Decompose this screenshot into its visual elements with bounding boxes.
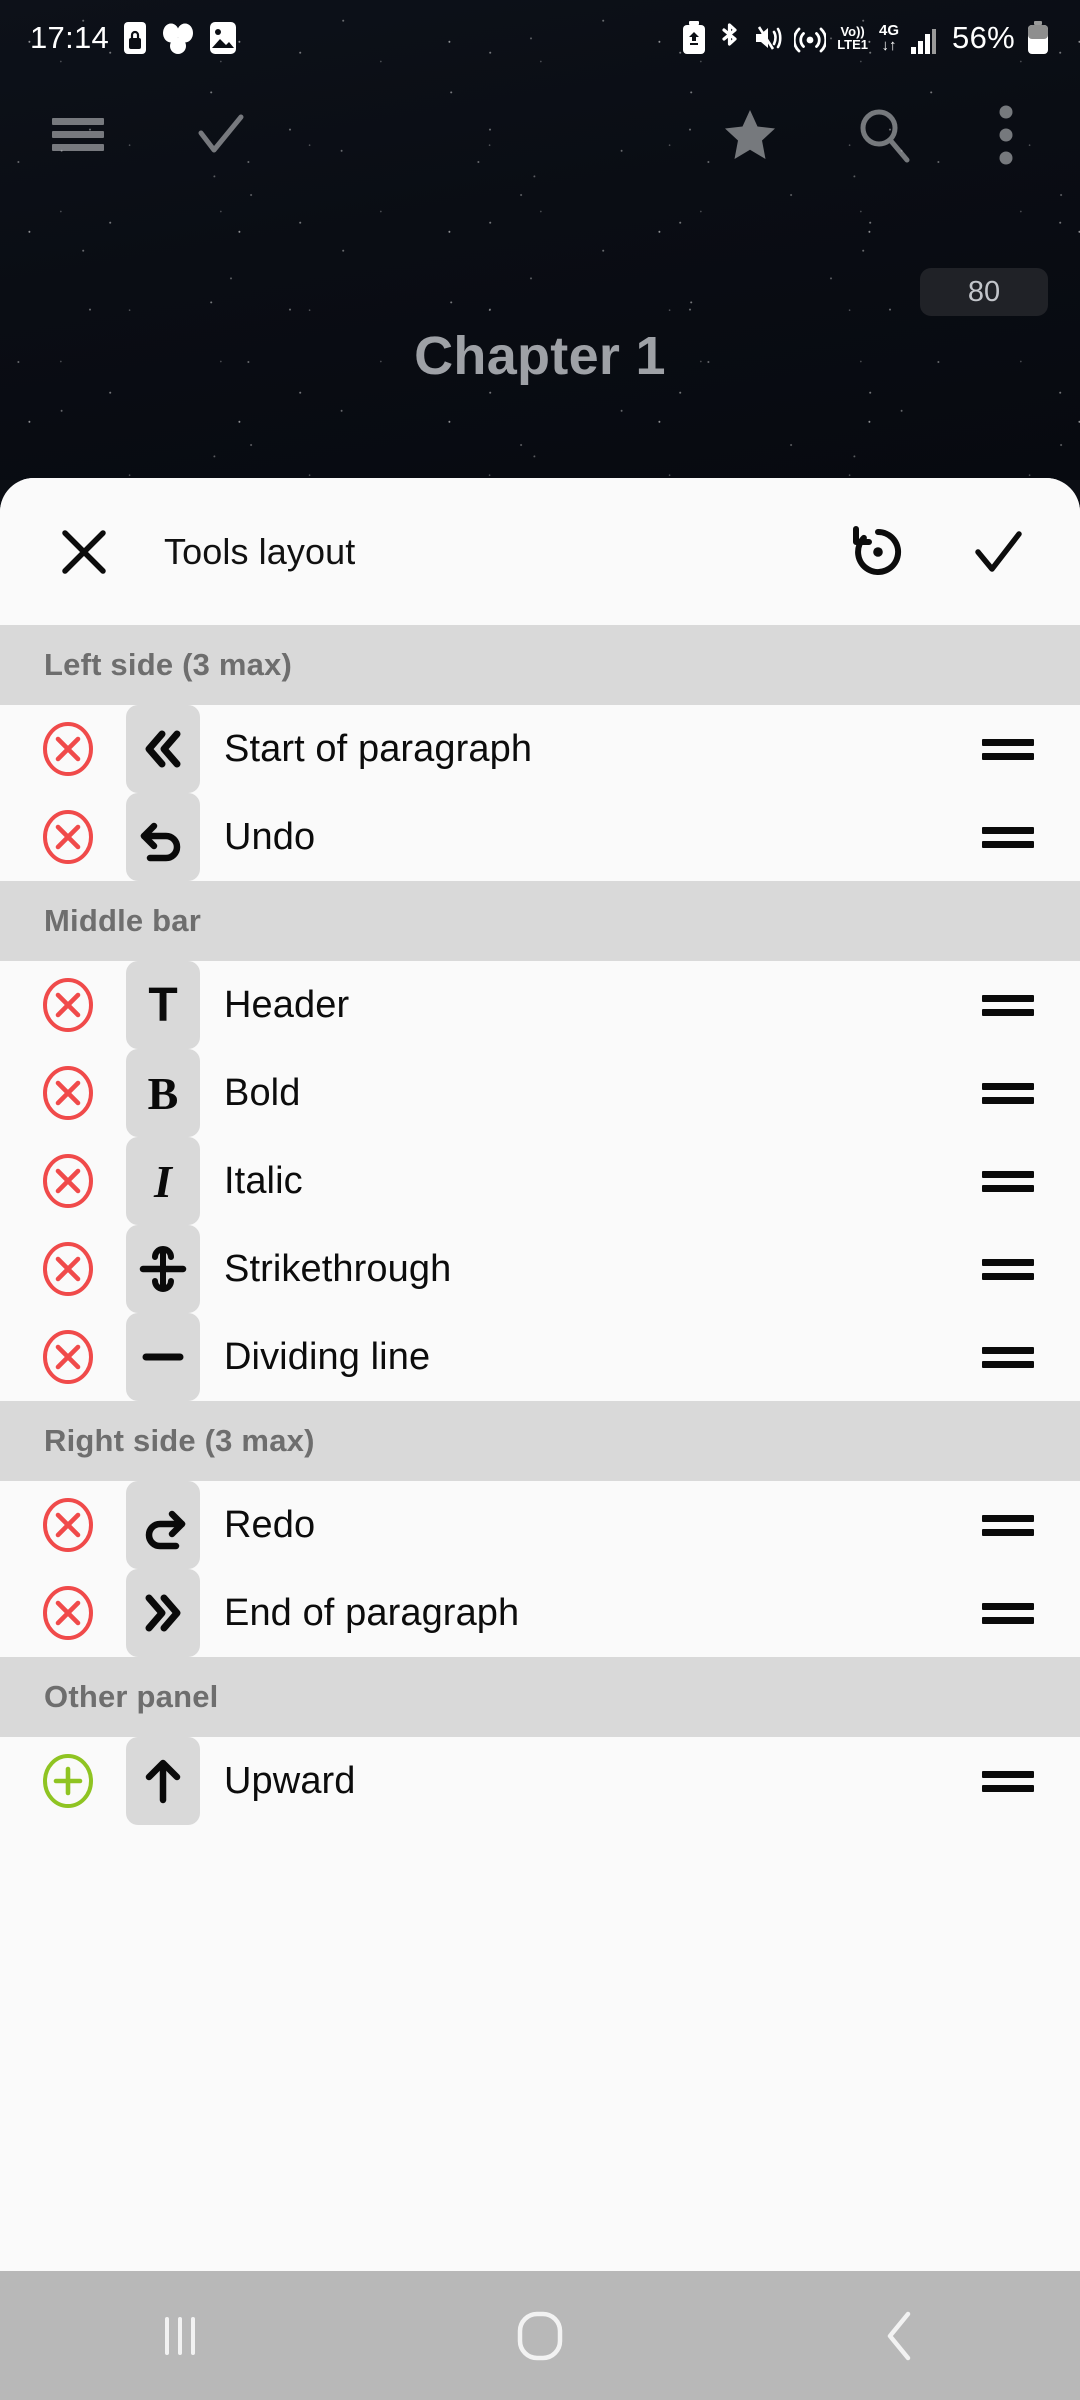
battery-saver-icon [683,21,706,54]
chevron-double-left-icon [126,705,200,793]
data-transfer-arrows: ↓↑ [881,37,897,54]
drag-handle-icon[interactable] [982,730,1034,768]
drag-handle-icon[interactable] [982,986,1034,1024]
samsung-cloud-icon [163,23,194,54]
tool-label: End of paragraph [224,1591,520,1634]
drag-handle-icon[interactable] [982,818,1034,856]
tool-row[interactable]: Dividing line [0,1313,1080,1401]
drag-handle-icon[interactable] [982,1074,1034,1112]
network-type-label: 4G [879,22,900,39]
remove-tool-icon[interactable] [40,721,96,777]
battery-percent-label: 56% [952,20,1015,55]
tool-label: Redo [224,1503,316,1546]
section-header: Middle bar [0,881,1080,961]
status-bar-right: Vo)) LTE1 4G ↓↑ 56% [682,20,1050,56]
drag-handle-icon[interactable] [982,1762,1034,1800]
confirm-check-icon[interactable] [960,514,1036,590]
star-icon[interactable] [702,87,798,183]
drag-handle-icon[interactable] [982,1250,1034,1288]
tool-row[interactable]: End of paragraph [0,1569,1080,1657]
tool-label: Undo [224,815,316,858]
network-type-indicator: 4G ↓↑ [879,23,899,53]
remove-tool-icon[interactable] [40,1065,96,1121]
remove-tool-icon[interactable] [40,1153,96,1209]
tools-layout-sheet: Tools layout Left side (3 max) Start of p… [0,478,1080,2271]
remove-tool-icon[interactable] [40,1241,96,1297]
tool-row[interactable]: Upward [0,1737,1080,1825]
section-header: Right side (3 max) [0,1401,1080,1481]
add-tool-icon[interactable] [40,1753,96,1809]
drag-handle-icon[interactable] [982,1594,1034,1632]
tool-label: Italic [224,1159,303,1202]
hamburger-menu-icon[interactable] [30,87,126,183]
status-bar-clock: 17:14 [30,20,110,55]
sheet-title: Tools layout [164,530,356,572]
remove-tool-icon[interactable] [40,1329,96,1385]
close-icon[interactable] [46,514,122,590]
sheet-header: Tools layout [0,478,1080,625]
gallery-icon [210,22,237,54]
undo-arrow-icon [126,793,200,881]
bold-icon: B [126,1049,200,1137]
tool-row[interactable]: Redo [0,1481,1080,1569]
system-navigation-bar [0,2271,1080,2400]
drag-handle-icon[interactable] [982,1162,1034,1200]
section-header: Other panel [0,1657,1080,1737]
tool-label: Bold [224,1071,301,1114]
search-icon[interactable] [836,87,932,183]
more-vertical-icon[interactable] [958,87,1054,183]
status-bar: 17:14 Vo)) LTE1 4G ↓↑ 56% [0,0,1080,76]
section-header: Left side (3 max) [0,625,1080,705]
page-number-badge: 80 [920,268,1048,316]
remove-tool-icon[interactable] [40,809,96,865]
volte-indicator: Vo)) LTE1 [837,25,868,51]
hotspot-icon [794,27,827,53]
tool-row[interactable]: T Header [0,961,1080,1049]
italic-icon: I [126,1137,200,1225]
header-text-icon: T [126,961,200,1049]
status-bar-left: 17:14 [30,20,237,56]
signal-bars-icon [911,29,937,54]
phone-lock-icon [124,22,147,54]
strikethrough-icon [126,1225,200,1313]
tool-row[interactable]: Start of paragraph [0,705,1080,793]
tool-row[interactable]: B Bold [0,1049,1080,1137]
tool-sections-list: Left side (3 max) Start of paragraph Undo M… [0,625,1080,1825]
tool-label: Dividing line [224,1335,431,1378]
recents-icon[interactable] [0,2271,360,2400]
battery-icon [1028,21,1048,54]
tool-glyph: B [147,1067,179,1119]
tool-label: Start of paragraph [224,727,533,770]
app-toolbar [0,82,1080,187]
phone-screen: 17:14 Vo)) LTE1 4G ↓↑ 56% 80 Chapter 1 T… [0,0,1080,2400]
mute-vibrate-icon [756,26,782,50]
back-icon[interactable] [720,2271,1080,2400]
drag-handle-icon[interactable] [982,1338,1034,1376]
tool-label: Header [224,983,350,1026]
tool-row[interactable]: I Italic [0,1137,1080,1225]
bluetooth-icon [722,23,737,46]
restore-default-icon[interactable] [840,514,916,590]
tool-label: Strikethrough [224,1247,452,1290]
dividing-line-icon [126,1313,200,1401]
check-icon[interactable] [172,87,268,183]
remove-tool-icon[interactable] [40,1497,96,1553]
chevron-double-right-icon [126,1569,200,1657]
arrow-upward-icon [126,1737,200,1825]
tool-glyph: I [154,1155,172,1207]
remove-tool-icon[interactable] [40,977,96,1033]
home-icon[interactable] [360,2271,720,2400]
tool-glyph: T [148,978,178,1032]
tool-row[interactable]: Undo [0,793,1080,881]
tool-row[interactable]: Strikethrough [0,1225,1080,1313]
volte-bottom-label: LTE1 [837,37,869,52]
redo-arrow-icon [126,1481,200,1569]
chapter-title: Chapter 1 [414,326,666,386]
remove-tool-icon[interactable] [40,1585,96,1641]
drag-handle-icon[interactable] [982,1506,1034,1544]
tool-label: Upward [224,1759,356,1802]
